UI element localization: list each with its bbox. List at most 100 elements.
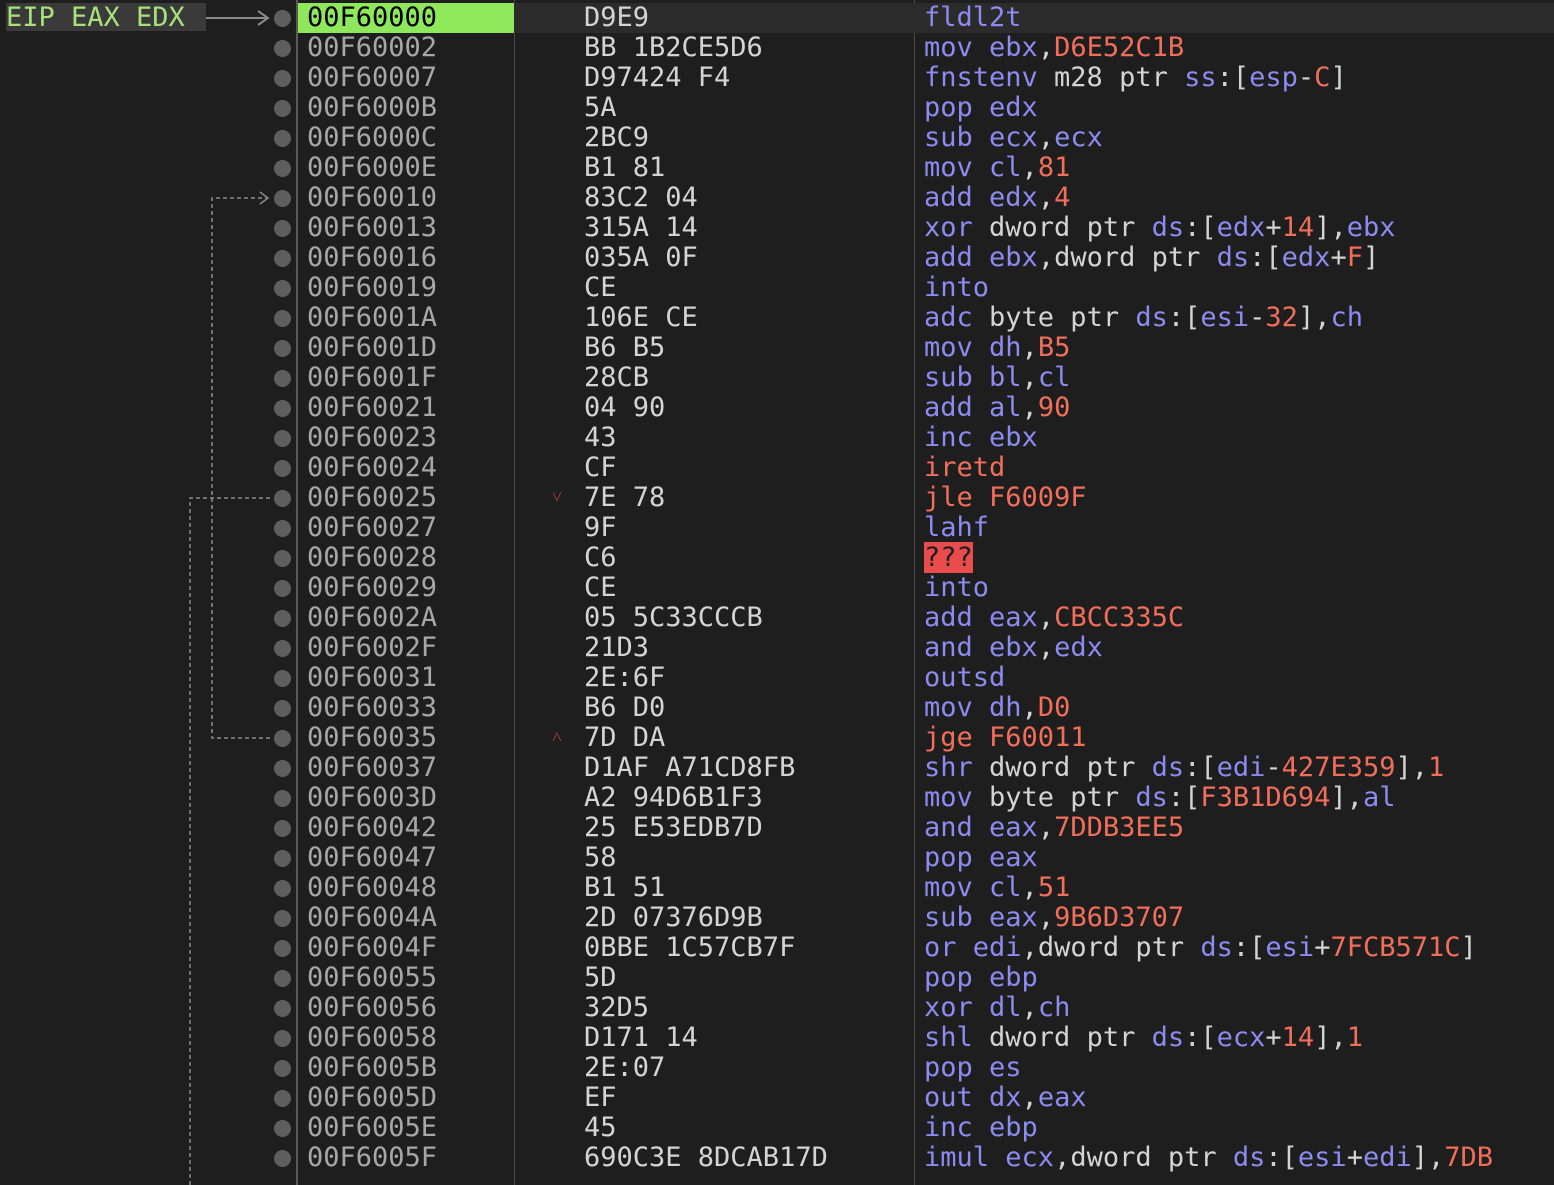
- breakpoint-dot-icon[interactable]: [274, 460, 291, 477]
- disasm-row[interactable]: 00F6001A 106E CE adc byte ptr ds:[esi-32],…: [298, 303, 1554, 333]
- instruction-cell[interactable]: sub ecx,ecx: [924, 123, 1103, 153]
- disasm-row[interactable]: 00F6002A 05 5C33CCCB add eax,CBCC335C: [298, 603, 1554, 633]
- address-cell[interactable]: 00F60042: [298, 813, 514, 843]
- bytes-cell[interactable]: B1 81: [584, 153, 665, 183]
- instruction-cell[interactable]: or edi,dword ptr ds:[esi+7FCB571C]: [924, 933, 1477, 963]
- address-cell[interactable]: 00F60031: [298, 663, 514, 693]
- breakpoint-dot-icon[interactable]: [274, 850, 291, 867]
- instruction-cell[interactable]: mov cl,51: [924, 873, 1070, 903]
- address-cell[interactable]: 00F6000C: [298, 123, 514, 153]
- breakpoint-dot-icon[interactable]: [274, 430, 291, 447]
- disasm-row[interactable]: 00F60023 43 inc ebx: [298, 423, 1554, 453]
- breakpoint-dot-icon[interactable]: [274, 640, 291, 657]
- disasm-row[interactable]: 00F60055 5D pop ebp: [298, 963, 1554, 993]
- disasm-row[interactable]: 00F60033 B6 D0 mov dh,D0: [298, 693, 1554, 723]
- instruction-cell[interactable]: jge F60011: [924, 723, 1087, 753]
- bytes-cell[interactable]: A2 94D6B1F3: [584, 783, 763, 813]
- disasm-row[interactable]: 00F6002F 21D3 and ebx,edx: [298, 633, 1554, 663]
- breakpoint-dot-icon[interactable]: [274, 940, 291, 957]
- bytes-cell[interactable]: CE: [584, 573, 617, 603]
- address-cell[interactable]: 00F60007: [298, 63, 514, 93]
- instruction-cell[interactable]: out dx,eax: [924, 1083, 1087, 1113]
- address-cell[interactable]: 00F60019: [298, 273, 514, 303]
- breakpoint-dot-icon[interactable]: [274, 40, 291, 57]
- disasm-row[interactable]: 00F60010 83C2 04 add edx,4: [298, 183, 1554, 213]
- breakpoint-dot-icon[interactable]: [274, 490, 291, 507]
- address-cell[interactable]: 00F60010: [298, 183, 514, 213]
- address-cell[interactable]: 00F6000B: [298, 93, 514, 123]
- breakpoint-dot-icon[interactable]: [274, 1030, 291, 1047]
- breakpoint-dot-icon[interactable]: [274, 820, 291, 837]
- disasm-row[interactable]: 00F6005E 45 inc ebp: [298, 1113, 1554, 1143]
- bytes-cell[interactable]: 28CB: [584, 363, 649, 393]
- address-cell[interactable]: 00F6005B: [298, 1053, 514, 1083]
- disasm-row[interactable]: 00F60002 BB 1B2CE5D6 mov ebx,D6E52C1B: [298, 33, 1554, 63]
- disasm-row[interactable]: 00F6003D A2 94D6B1F3 mov byte ptr ds:[F3B1…: [298, 783, 1554, 813]
- disasm-row[interactable]: 00F60007 D97424 F4 fnstenv m28 ptr ss:[esp…: [298, 63, 1554, 93]
- instruction-cell[interactable]: mov byte ptr ds:[F3B1D694],al: [924, 783, 1395, 813]
- bytes-cell[interactable]: 5D: [584, 963, 617, 993]
- breakpoint-dot-icon[interactable]: [274, 1120, 291, 1137]
- address-cell[interactable]: 00F60024: [298, 453, 514, 483]
- breakpoint-dot-icon[interactable]: [274, 400, 291, 417]
- instruction-cell[interactable]: sub bl,cl: [924, 363, 1070, 393]
- bytes-cell[interactable]: B1 51: [584, 873, 665, 903]
- address-cell[interactable]: 00F6001F: [298, 363, 514, 393]
- bytes-cell[interactable]: 315A 14: [584, 213, 698, 243]
- instruction-cell[interactable]: sub eax,9B6D3707: [924, 903, 1184, 933]
- breakpoint-dot-icon[interactable]: [274, 130, 291, 147]
- disasm-row[interactable]: 00F60024 CF iretd: [298, 453, 1554, 483]
- address-cell[interactable]: 00F6002F: [298, 633, 514, 663]
- bytes-cell[interactable]: B6 B5: [584, 333, 665, 363]
- instruction-cell[interactable]: iretd: [924, 453, 1005, 483]
- breakpoint-dot-icon[interactable]: [274, 1060, 291, 1077]
- breakpoint-dot-icon[interactable]: [274, 1000, 291, 1017]
- bytes-cell[interactable]: 106E CE: [584, 303, 698, 333]
- breakpoint-dot-icon[interactable]: [274, 190, 291, 207]
- breakpoint-dot-icon[interactable]: [274, 610, 291, 627]
- address-cell[interactable]: 00F60029: [298, 573, 514, 603]
- address-cell[interactable]: 00F60000: [298, 3, 514, 33]
- address-cell[interactable]: 00F6003D: [298, 783, 514, 813]
- bytes-cell[interactable]: 32D5: [584, 993, 649, 1023]
- bytes-cell[interactable]: D1AF A71CD8FB: [584, 753, 795, 783]
- address-cell[interactable]: 00F60037: [298, 753, 514, 783]
- disasm-row[interactable]: 00F60031 2E:6F outsd: [298, 663, 1554, 693]
- instruction-cell[interactable]: adc byte ptr ds:[esi-32],ch: [924, 303, 1363, 333]
- disasm-row[interactable]: 00F60013 315A 14 xor dword ptr ds:[edx+14]…: [298, 213, 1554, 243]
- disasm-row[interactable]: 00F60042 25 E53EDB7D and eax,7DDB3EE5: [298, 813, 1554, 843]
- address-cell[interactable]: 00F60013: [298, 213, 514, 243]
- disasm-row[interactable]: 00F60000 D9E9 fldl2t: [298, 3, 1554, 33]
- disasm-row[interactable]: 00F60047 58 pop eax: [298, 843, 1554, 873]
- address-cell[interactable]: 00F60002: [298, 33, 514, 63]
- bytes-cell[interactable]: BB 1B2CE5D6: [584, 33, 763, 63]
- address-cell[interactable]: 00F60025: [298, 483, 514, 513]
- disasm-row[interactable]: 00F60048 B1 51 mov cl,51: [298, 873, 1554, 903]
- bytes-cell[interactable]: 7E 78: [584, 483, 665, 513]
- instruction-cell[interactable]: shr dword ptr ds:[edi-427E359],1: [924, 753, 1444, 783]
- address-cell[interactable]: 00F6005D: [298, 1083, 514, 1113]
- breakpoint-dot-icon[interactable]: [274, 670, 291, 687]
- breakpoint-dot-icon[interactable]: [274, 970, 291, 987]
- disasm-row[interactable]: 00F6005F 690C3E 8DCAB17D imul ecx,dword pt…: [298, 1143, 1554, 1173]
- bytes-cell[interactable]: D97424 F4: [584, 63, 730, 93]
- instruction-cell[interactable]: add eax,CBCC335C: [924, 603, 1184, 633]
- bytes-cell[interactable]: 035A 0F: [584, 243, 698, 273]
- bytes-cell[interactable]: 58: [584, 843, 617, 873]
- disasm-row[interactable]: 00F60037 D1AF A71CD8FB shr dword ptr ds:[e…: [298, 753, 1554, 783]
- breakpoint-dot-icon[interactable]: [274, 370, 291, 387]
- address-cell[interactable]: 00F6001D: [298, 333, 514, 363]
- bytes-cell[interactable]: 5A: [584, 93, 617, 123]
- bytes-cell[interactable]: 2BC9: [584, 123, 649, 153]
- instruction-cell[interactable]: ???: [924, 542, 973, 573]
- bytes-cell[interactable]: CE: [584, 273, 617, 303]
- disasm-row[interactable]: 00F6005B 2E:07 pop es: [298, 1053, 1554, 1083]
- instruction-cell[interactable]: pop es: [924, 1053, 1022, 1083]
- breakpoint-dot-icon[interactable]: [274, 880, 291, 897]
- address-cell[interactable]: 00F6002A: [298, 603, 514, 633]
- instruction-cell[interactable]: jle F6009F: [924, 483, 1087, 513]
- breakpoint-dot-icon[interactable]: [274, 280, 291, 297]
- breakpoint-dot-icon[interactable]: [274, 70, 291, 87]
- instruction-cell[interactable]: pop edx: [924, 93, 1038, 123]
- breakpoint-dot-icon[interactable]: [274, 730, 291, 747]
